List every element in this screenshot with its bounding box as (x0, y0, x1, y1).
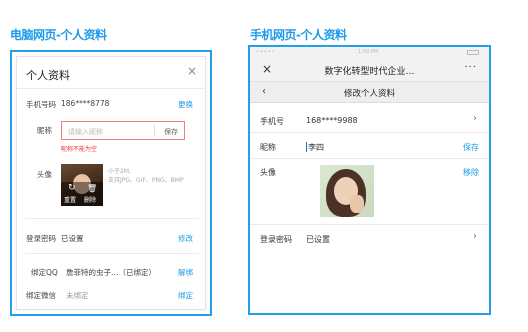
pc-qq-label: 绑定QQ (31, 268, 58, 277)
pc-nickname-save-button[interactable]: 保存 (164, 127, 178, 137)
rotate-icon[interactable]: ↻ (68, 184, 76, 193)
pc-change-phone-link[interactable]: 更换 (178, 99, 193, 110)
mobile-password-label: 登录密码 (260, 235, 292, 244)
mobile-nav-bar: × 数字化转型时代企业… ··· (250, 57, 489, 81)
mobile-page-title: 修改个人资料 (343, 89, 395, 99)
mobile-avatar-label: 头像 (260, 168, 276, 177)
pc-avatar-hint-line2: 支持JPG、GIF、PNG、BMP (108, 176, 184, 184)
mobile-divider (250, 158, 489, 159)
status-time: 1:00 PM (358, 49, 379, 55)
pc-nickname-error: 昵称不能为空 (61, 146, 98, 153)
pc-nickname-input[interactable]: 请输入昵称 保存 (61, 121, 185, 140)
pc-wechat-label: 绑定微信 (26, 291, 56, 300)
pc-input-separator (154, 125, 155, 136)
pc-avatar-reset-button[interactable]: 重置 (64, 195, 76, 204)
mobile-status-bar: ••••• 1:00 PM (250, 47, 489, 57)
mobile-divider (250, 132, 489, 133)
pc-nickname-label: 昵称 (37, 126, 52, 135)
mobile-divider (250, 224, 489, 225)
pc-section-title: 电脑网页-个人资料 (10, 28, 107, 42)
pc-avatar-overlay: ↻ 🗑 重置 删除 (61, 182, 103, 206)
mobile-avatar-photo (320, 165, 374, 217)
close-icon[interactable]: × (187, 65, 197, 77)
pc-phone-value: 186****8778 (61, 99, 110, 108)
mobile-frame: ••••• 1:00 PM × 数字化转型时代企业… ··· ‹ 修改个人资料 … (248, 45, 491, 315)
pc-password-value: 已设置 (61, 234, 84, 243)
pc-profile-dialog: 个人资料 × 手机号码 186****8778 更换 昵称 请输入昵称 保存 昵… (16, 56, 206, 310)
pc-divider (25, 253, 199, 254)
pc-frame: 个人资料 × 手机号码 186****8778 更换 昵称 请输入昵称 保存 昵… (10, 50, 212, 316)
pc-unbind-qq-link[interactable]: 解绑 (178, 267, 193, 278)
pc-bind-wechat-link[interactable]: 绑定 (178, 290, 193, 301)
mobile-sub-header: ‹ 修改个人资料 (250, 81, 489, 103)
mobile-nickname-input[interactable]: 李四 (308, 142, 324, 153)
mobile-section-title: 手机网页-个人资料 (250, 28, 347, 42)
mobile-avatar-remove-button[interactable]: 移除 (463, 167, 479, 178)
pc-change-password-link[interactable]: 修改 (178, 233, 193, 244)
text-cursor (306, 142, 307, 152)
battery-icon (467, 50, 479, 55)
pc-dialog-title: 个人资料 (26, 69, 70, 82)
signal-icon: ••••• (256, 49, 276, 55)
pc-avatar-hint: 小于2M, 支持JPG、GIF、PNG、BMP (108, 168, 198, 185)
mobile-nickname-save-button[interactable]: 保存 (463, 142, 479, 153)
trash-icon[interactable]: 🗑 (87, 184, 97, 193)
mobile-password-value: 已设置 (306, 235, 330, 244)
pc-divider (25, 218, 199, 219)
avatar-hand (350, 195, 364, 213)
pc-password-label: 登录密码 (26, 234, 56, 243)
mobile-nav-title: 数字化转型时代企业… (324, 67, 415, 77)
pc-avatar-hint-line1: 小于2M, (108, 168, 131, 175)
chevron-right-icon[interactable]: › (473, 114, 477, 124)
more-icon[interactable]: ··· (464, 62, 477, 73)
pc-phone-label: 手机号码 (26, 100, 56, 109)
mobile-phone-label: 手机号 (260, 117, 284, 126)
pc-dialog-header: 个人资料 × (17, 57, 205, 89)
pc-avatar-delete-button[interactable]: 删除 (84, 195, 96, 204)
pc-nickname-placeholder: 请输入昵称 (68, 128, 103, 136)
pc-qq-value: 詹菲特的虫子…（已绑定） (66, 268, 156, 277)
pc-avatar-label: 头像 (37, 170, 52, 179)
pc-wechat-value: 未绑定 (66, 291, 89, 300)
mobile-phone-value: 168****9988 (306, 116, 358, 125)
pc-avatar: ↻ 🗑 重置 删除 (61, 164, 103, 206)
chevron-right-icon[interactable]: › (473, 232, 477, 242)
mobile-nickname-label: 昵称 (260, 143, 276, 152)
